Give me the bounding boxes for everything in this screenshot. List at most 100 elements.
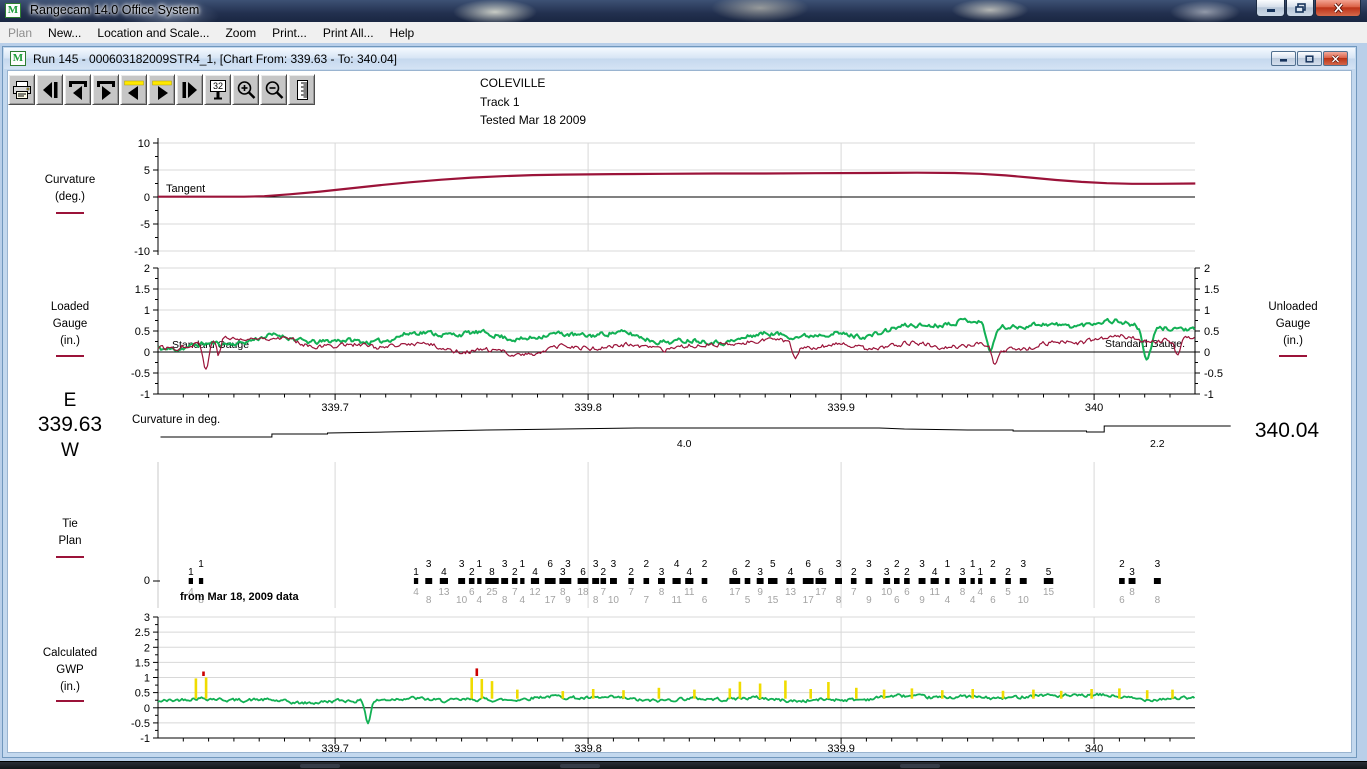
- tie-count: 8: [489, 567, 495, 578]
- page-back-button[interactable]: [36, 74, 63, 105]
- tick-label: -1: [1204, 389, 1214, 401]
- tie-mark: [1020, 578, 1027, 584]
- tie-mark: [803, 578, 814, 584]
- tie-mark: [501, 578, 508, 584]
- zoom-in-button[interactable]: [232, 74, 259, 105]
- loaded-gauge-axis-caption: Loaded Gauge (in.): [28, 299, 112, 350]
- tie-count: 1: [198, 559, 204, 570]
- tie-count: 2: [644, 559, 650, 570]
- svg-text:32: 32: [212, 81, 222, 91]
- tie-total: 10: [608, 595, 620, 606]
- tie-total: 4: [413, 587, 419, 598]
- tick-label: 1.5: [135, 657, 150, 669]
- tie-total: 12: [529, 587, 541, 598]
- tie-mark: [564, 578, 571, 584]
- tick-label: 0.5: [135, 326, 150, 338]
- arrow-left-bracket-icon: [67, 79, 89, 101]
- tie-total: 10: [881, 587, 893, 598]
- tie-count: 3: [611, 559, 617, 570]
- curvature-strip-line: [161, 426, 1231, 437]
- tick-label: -0.5: [131, 718, 150, 730]
- tick-label: -0.5: [131, 368, 150, 380]
- caption-line: (in.): [24, 679, 116, 696]
- tie-total: 10: [456, 595, 468, 606]
- caption-line: Unloaded: [1248, 299, 1338, 316]
- screen: M Rangecam 14.0 Office System PlanNew...…: [0, 0, 1367, 769]
- caption-line: Plan: [28, 533, 112, 550]
- tie-mark: [883, 578, 890, 584]
- milepost-button[interactable]: 32: [204, 74, 231, 105]
- tie-total: 15: [1043, 587, 1055, 598]
- tie-total: 4: [520, 595, 526, 606]
- tie-count: 6: [547, 559, 553, 570]
- chart-area: 1050-5-10TangentStandard GaugeStandard G…: [0, 0, 1367, 769]
- curvature-axis-caption: Curvature (deg.): [28, 172, 112, 206]
- tie-mark: [729, 578, 740, 584]
- tie-zero-label: 0: [144, 575, 150, 587]
- loaded-gauge-legend-swatch: [56, 355, 84, 357]
- tick-label: 2: [144, 263, 150, 275]
- mark-forward-button[interactable]: [148, 74, 175, 105]
- tie-mark: [545, 578, 556, 584]
- tie-note: from Mar 18, 2009 data: [180, 591, 299, 603]
- tie-count: 3: [836, 559, 842, 570]
- tie-mark: [477, 578, 481, 584]
- tie-total: 6: [702, 595, 708, 606]
- arrow-left-yellow-icon: [123, 79, 145, 101]
- tie-total: 6: [894, 595, 900, 606]
- tick-label: 2: [1204, 263, 1210, 275]
- tick-label: -1: [140, 389, 150, 401]
- arrow-right-yellow-icon: [151, 79, 173, 101]
- scale-button[interactable]: [288, 74, 315, 105]
- tie-mark: [835, 578, 842, 584]
- tie-marks: [189, 578, 1161, 584]
- tie-count: 3: [593, 559, 599, 570]
- charts-canvas: 1050-5-10TangentStandard GaugeStandard G…: [0, 0, 1367, 769]
- tick-label: 1.5: [135, 284, 150, 296]
- tie-count: 2: [851, 567, 857, 578]
- tie-total: 13: [785, 587, 797, 598]
- chart-end-mile: 340.04: [1237, 419, 1337, 443]
- zoom-out-button[interactable]: [260, 74, 287, 105]
- tie-total: 8: [836, 595, 842, 606]
- tick-label: 1: [144, 673, 150, 685]
- tie-mark: [610, 578, 617, 584]
- chart-header: COLEVILLE Track 1 Tested Mar 18 2009: [480, 74, 586, 130]
- tick-label: 3: [144, 612, 150, 624]
- print-button[interactable]: [8, 74, 35, 105]
- tie-count: 1: [188, 567, 194, 578]
- zoom-out-icon: [263, 79, 285, 101]
- tick-label: 1.5: [1204, 284, 1219, 296]
- tie-mark: [592, 578, 599, 584]
- caption-line: (deg.): [28, 189, 112, 206]
- tie-total: 5: [1005, 587, 1011, 598]
- tick-label: 339.8: [574, 743, 602, 755]
- tie-mark: [990, 578, 996, 584]
- y-axis: [153, 138, 158, 255]
- y-axis: [153, 268, 158, 394]
- mark-back-button[interactable]: [120, 74, 147, 105]
- tie-mark: [1044, 578, 1054, 584]
- direction-east-label: E: [30, 390, 110, 412]
- tick-label: 339.7: [321, 743, 349, 755]
- page-forward-button[interactable]: [176, 74, 203, 105]
- tie-count: 3: [565, 559, 571, 570]
- caption-line: Calculated: [24, 645, 116, 662]
- tie-count: 1: [977, 567, 983, 578]
- tie-mark: [894, 578, 900, 584]
- tie-mark: [945, 578, 949, 584]
- caption-line: Tie: [28, 516, 112, 533]
- tie-total: 10: [1018, 595, 1030, 606]
- tie-count: 2: [1119, 559, 1125, 570]
- header-track: Track 1: [480, 93, 586, 112]
- tie-total: 9: [565, 595, 571, 606]
- tie-count: 2: [745, 559, 751, 570]
- section-back-button[interactable]: [64, 74, 91, 105]
- tie-mark: [768, 578, 778, 584]
- tie-total: 4: [945, 595, 951, 606]
- tie-count: 4: [687, 567, 693, 578]
- printer-icon: [11, 79, 33, 101]
- x-axis: [158, 394, 1195, 400]
- section-forward-button[interactable]: [92, 74, 119, 105]
- tie-total: 7: [628, 587, 634, 598]
